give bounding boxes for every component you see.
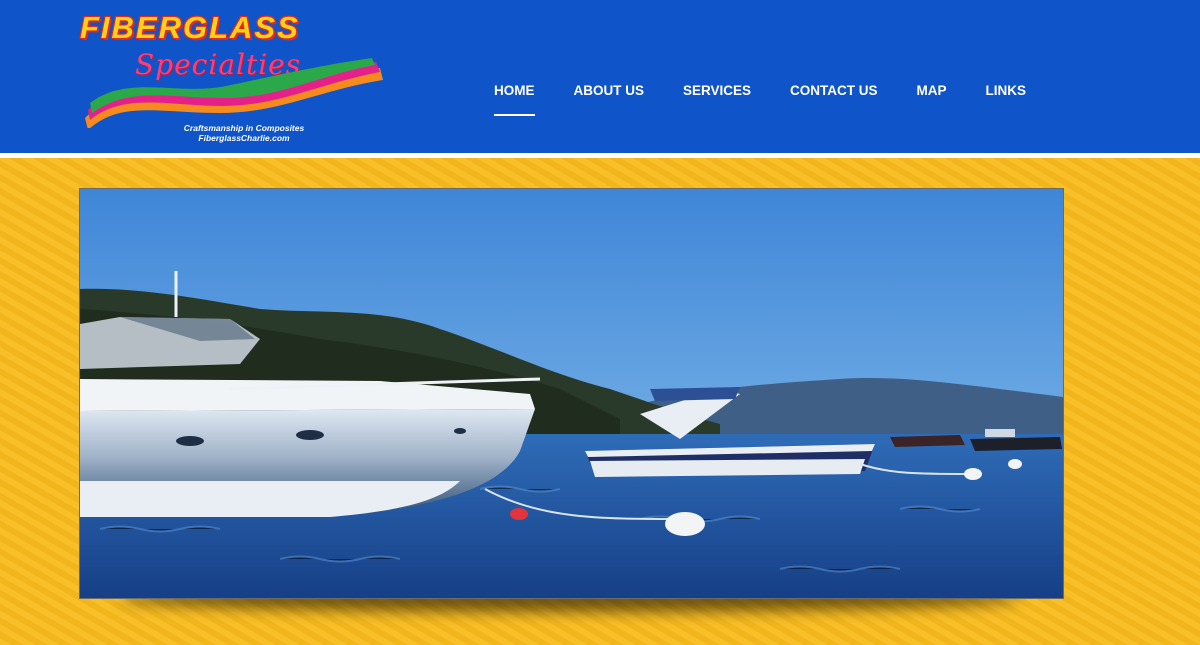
site-logo[interactable]: FIBERGLASS Specialties Craftsmanship in … bbox=[80, 10, 392, 148]
hero-image bbox=[79, 188, 1064, 599]
nav-links[interactable]: LINKS bbox=[986, 83, 1027, 116]
nav-services[interactable]: SERVICES bbox=[683, 83, 751, 116]
nav-map[interactable]: MAP bbox=[917, 83, 947, 116]
logo-wave-graphic bbox=[85, 58, 383, 128]
header-divider bbox=[0, 153, 1200, 158]
nav-about-us[interactable]: ABOUT US bbox=[574, 83, 645, 116]
logo-tagline: Craftsmanship in Composites bbox=[183, 123, 305, 133]
boats-photo bbox=[80, 189, 1063, 598]
nav-contact-us[interactable]: CONTACT US bbox=[790, 83, 878, 116]
logo-wordmark: FIBERGLASS bbox=[80, 10, 300, 45]
main-nav: HOME ABOUT US SERVICES CONTACT US MAP LI… bbox=[494, 83, 1065, 116]
logo-website: FiberglassCharlie.com bbox=[198, 133, 290, 143]
nav-home[interactable]: HOME bbox=[494, 83, 535, 116]
site-header: FIBERGLASS Specialties Craftsmanship in … bbox=[0, 0, 1200, 153]
